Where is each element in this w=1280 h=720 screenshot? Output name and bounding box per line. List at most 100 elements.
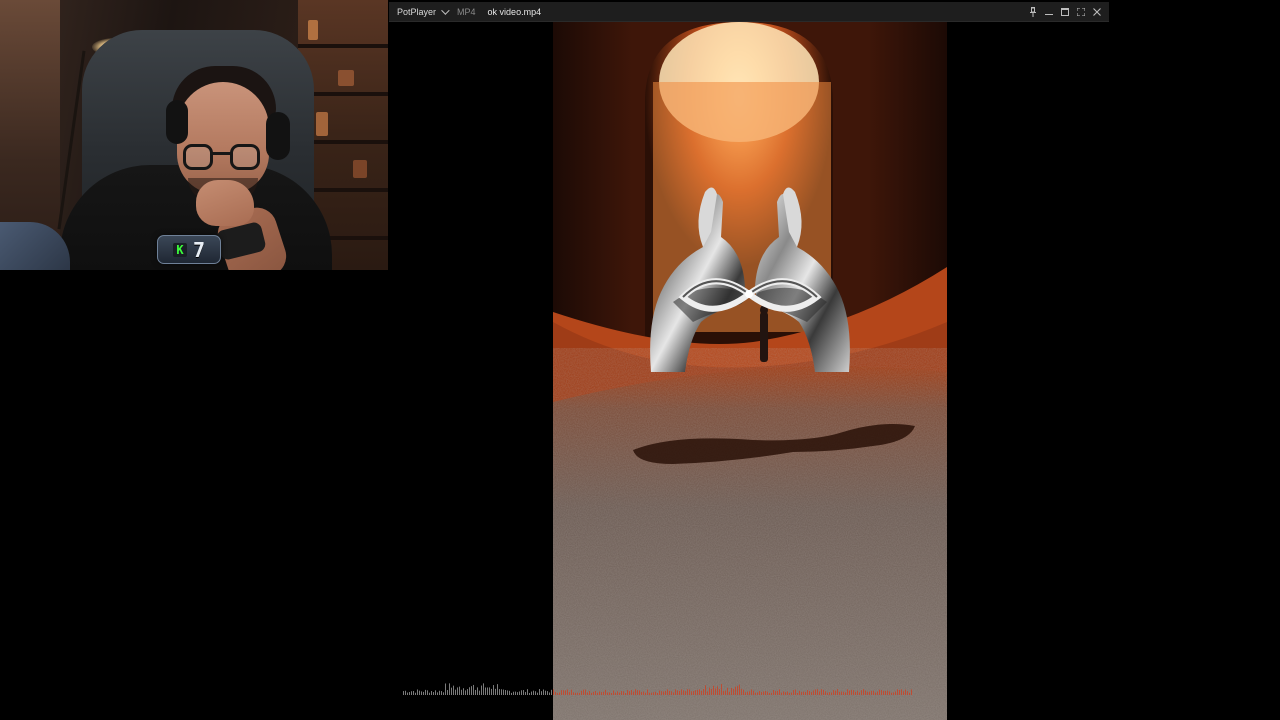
close-button[interactable] [1089,2,1105,22]
visualizer-bar [581,690,582,695]
visualizer-bar [431,691,432,695]
headphone-left [166,100,188,144]
visualizer-bar [485,687,486,695]
visualizer-bar [621,691,622,695]
visualizer-bar [535,691,536,695]
visualizer-bar [811,692,812,695]
visualizer-bar [607,692,608,695]
visualizer-bar [515,691,516,695]
headphone-right [266,112,290,160]
visualizer-bar [813,690,814,695]
visualizer-bar [757,692,758,695]
visualizer-bar [459,686,460,695]
visualizer-bar [409,692,410,695]
maximize-button[interactable] [1057,2,1073,22]
visualizer-bar [893,692,894,695]
visualizer-bar [663,691,664,695]
visualizer-bar [481,685,482,695]
visualizer-bar [417,689,418,695]
visualizer-bar [407,692,408,695]
visualizer-bar [473,684,474,695]
pin-icon [1030,6,1036,17]
potplayer-menu-button[interactable]: PotPlayer [389,2,453,22]
visualizer-bar [859,692,860,695]
pin-button[interactable] [1025,2,1041,22]
visualizer-bar [795,689,796,695]
visualizer-bar [547,691,548,695]
visualizer-bar [751,689,752,695]
visualizer-bar [533,690,534,695]
visualizer-bar [503,689,504,695]
k7-badge-number: 7 [192,237,206,262]
glasses-right-lens [230,144,260,170]
visualizer-bar [775,691,776,695]
visualizer-bar [897,689,898,695]
visualizer-bar [815,689,816,695]
visualizer-bar [647,689,648,695]
visualizer-bar [783,691,784,695]
visualizer-bar [435,690,436,695]
visualizer-bar [883,690,884,695]
visualizer-bar [697,689,698,695]
visualizer-bar [835,690,836,695]
visualizer-bar [471,686,472,695]
visualizer-bar [645,692,646,695]
visualizer-bar [551,689,552,695]
visualizer-bar [567,689,568,695]
visualizer-bar [901,689,902,695]
visualizer-bar [625,692,626,695]
k7-badge-key: K [172,242,187,257]
video-frame[interactable] [553,22,947,720]
visualizer-bar [627,689,628,695]
visualizer-bar [779,689,780,695]
visualizer-bar [869,691,870,695]
visualizer-bar [491,688,492,695]
visualizer-bar [613,690,614,695]
visualizer-bar [477,687,478,695]
visualizer-bar [733,688,734,695]
chevron-down-icon [441,5,450,15]
visualizer-bar [413,690,414,695]
visualizer-bar [575,692,576,695]
visualizer-bar [635,689,636,695]
visualizer-bar [875,692,876,695]
visualizer-bar [699,689,700,695]
visualizer-bar [707,691,708,695]
visualizer-bar [861,690,862,695]
visualizer-bar [669,690,670,695]
visualizer-bar [887,690,888,695]
visualizer-bar [441,691,442,695]
visualizer-bar [829,692,830,695]
visualizer-bar [681,689,682,695]
visualizer-bar [589,691,590,695]
visualizer-bar [633,691,634,695]
visualizer-bar [469,687,470,695]
visualizer-bar [667,689,668,695]
visualizer-bar [449,683,450,695]
visualizer-bar [539,689,540,695]
visualizer-bar [421,691,422,695]
visualizer-bar [817,689,818,695]
visualizer-bar [789,692,790,695]
visualizer-bar [443,692,444,695]
visualizer-bar [809,691,810,695]
visualizer-bar [807,690,808,695]
visualizer-bar [767,691,768,695]
fullscreen-button[interactable] [1073,2,1089,22]
minimize-button[interactable] [1041,2,1057,22]
visualizer-bar [745,692,746,695]
visualizer-bar [519,691,520,695]
visualizer-bar [655,691,656,695]
visualizer-bar [415,692,416,695]
visualizer-bar [419,690,420,695]
visualizer-bar [801,691,802,695]
visualizer-bar [879,689,880,695]
visualizer-bar [545,690,546,695]
visualizer-bar [731,687,732,695]
visualizer-bar [615,692,616,695]
visualizer-bar [493,685,494,695]
visualizer-bar [759,691,760,695]
visualizer-bar [763,691,764,695]
visualizer-bar [623,691,624,695]
visualizer-bar [765,690,766,695]
